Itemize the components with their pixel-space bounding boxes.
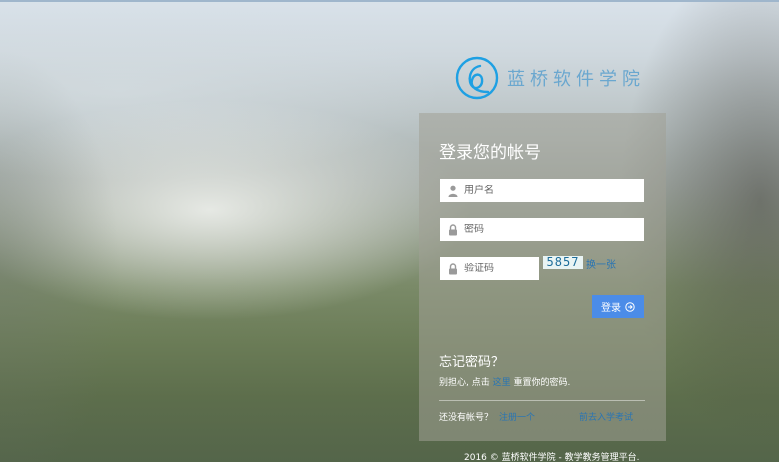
username-input[interactable]: [464, 185, 644, 196]
captcha-image[interactable]: 5857: [543, 256, 583, 269]
brand-name: 蓝桥软件学院: [507, 69, 645, 90]
captcha-input[interactable]: [464, 263, 539, 274]
login-page: 蓝桥软件学院 登录您的帐号 5857 换一张: [0, 0, 779, 462]
register-row: 还没有帐号？ 注册一个: [439, 410, 535, 423]
brand-logo: 蓝桥软件学院: [455, 56, 645, 100]
username-field[interactable]: [440, 179, 644, 202]
register-link[interactable]: 注册一个: [499, 413, 535, 423]
divider: [439, 400, 645, 401]
login-panel: 登录您的帐号 5857 换一张 登录: [419, 113, 666, 441]
register-prompt: 还没有帐号？: [439, 413, 494, 423]
login-button[interactable]: 登录: [592, 295, 644, 318]
captcha-field[interactable]: [440, 257, 539, 280]
forgot-password-text: 别担心, 点击 这里 重置你的密码.: [439, 375, 570, 388]
password-input[interactable]: [464, 224, 644, 235]
arrow-right-circle-icon: [625, 301, 635, 312]
footer-copyright: 2016 © 蓝桥软件学院 - 教学教务管理平台.: [464, 453, 640, 462]
lock-icon: [449, 262, 457, 274]
forgot-text-before: 别担心, 点击: [439, 378, 493, 388]
password-field[interactable]: [440, 218, 644, 241]
top-border: [0, 0, 779, 2]
reset-password-link[interactable]: 这里: [493, 378, 511, 388]
captcha-refresh-link[interactable]: 换一张: [586, 256, 616, 271]
login-title: 登录您的帐号: [439, 143, 541, 163]
user-icon: [448, 185, 458, 197]
login-button-label: 登录: [601, 303, 621, 314]
lock-icon: [449, 223, 457, 235]
logo-mark-icon: [455, 56, 499, 100]
entrance-exam-link[interactable]: 前去入学考试: [579, 410, 633, 423]
forgot-password-title: 忘记密码？: [439, 355, 505, 370]
forgot-text-after: 重置你的密码.: [510, 378, 571, 388]
